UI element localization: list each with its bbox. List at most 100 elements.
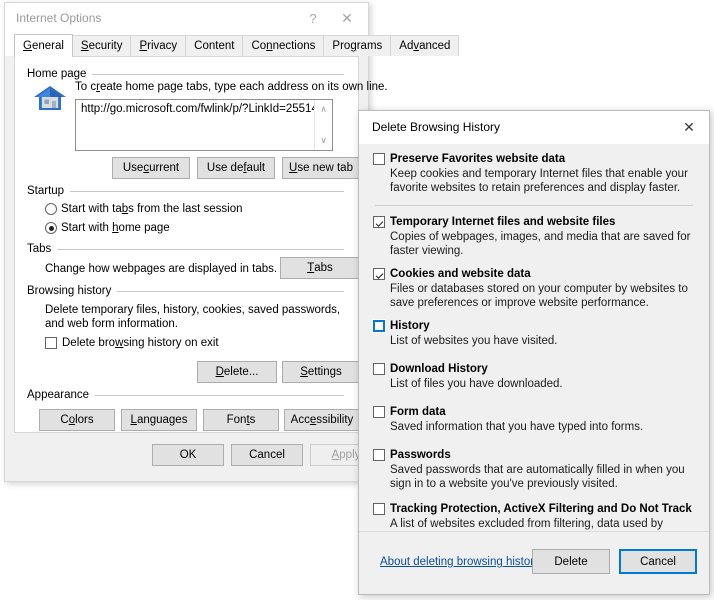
delete-button[interactable]: Delete... <box>197 361 277 383</box>
fonts-button[interactable]: Fon t s <box>203 409 279 431</box>
temporary-internet-files-checkbox[interactable]: Temporary Internet files and website fil… <box>373 215 695 229</box>
item-description: Files or databases stored on your comput… <box>390 283 688 309</box>
list-item[interactable]: Download History List of files you have … <box>373 362 695 391</box>
preserve-favorites-checkbox[interactable]: Preserve Favorites website data <box>373 152 695 166</box>
browsing-history-description: Delete temporary files, history, cookies… <box>45 304 341 330</box>
browsing-history-group-header: Browsing history <box>27 285 344 297</box>
checkbox-label: Preserve Favorites website data <box>390 153 566 165</box>
checkbox-indicator-checked <box>373 268 385 280</box>
list-item[interactable]: Passwords Saved passwords that are autom… <box>373 448 695 491</box>
group-divider <box>57 248 344 250</box>
checkbox-label: Delete browsing history on exit <box>62 337 219 349</box>
passwords-checkbox[interactable]: Passwords <box>373 448 695 462</box>
delete-browsing-history-dialog: Delete Browsing History ✕ Preserve Favor… <box>358 110 710 595</box>
cancel-button[interactable]: Cancel <box>619 549 697 574</box>
delete-confirm-button[interactable]: Delete <box>532 549 610 574</box>
tab-programs[interactable]: Programs <box>323 35 392 56</box>
tab-content[interactable]: Content <box>185 35 244 56</box>
list-item[interactable]: Tracking Protection, ActiveX Filtering a… <box>373 502 695 532</box>
radio-label: Start with home page <box>61 222 170 234</box>
cancel-button[interactable]: Cancel <box>231 444 303 466</box>
use-default-button[interactable]: Use de f ault <box>197 157 275 179</box>
item-description: Saved passwords that are automatically f… <box>390 464 685 490</box>
about-deleting-browsing-history-link[interactable]: About deleting browsing history <box>380 556 540 568</box>
close-icon[interactable]: ✕ <box>671 111 707 144</box>
item-description: List of websites you have visited. <box>390 335 558 347</box>
tab-advanced[interactable]: Advanced <box>390 35 460 56</box>
tab-privacy[interactable]: Privacy <box>130 35 187 56</box>
accessibility-button[interactable]: Acc e ssibility <box>284 409 360 431</box>
list-item[interactable]: History List of websites you have visite… <box>372 319 695 348</box>
tab-general[interactable]: General <box>14 34 73 57</box>
home-page-value: http://go.microsoft.com/fwlink/p/?LinkId… <box>81 103 325 115</box>
checkbox-indicator <box>373 406 385 418</box>
radio-start-with-tabs[interactable]: Start with tabs from the last session <box>45 203 243 215</box>
tabs-group-header: Tabs <box>27 243 344 255</box>
delete-dialog-title: Delete Browsing History <box>372 120 501 134</box>
cookies-and-website-data-checkbox[interactable]: Cookies and website data <box>373 267 695 281</box>
close-icon[interactable]: ✕ <box>330 3 364 34</box>
form-data-checkbox[interactable]: Form data <box>373 405 695 419</box>
tracking-protection-checkbox[interactable]: Tracking Protection, ActiveX Filtering a… <box>373 502 695 516</box>
delete-dialog-footer: About deleting browsing history Delete C… <box>359 531 709 594</box>
house-icon <box>34 86 66 110</box>
checkbox-label: History <box>390 320 430 332</box>
checkbox-indicator-focused <box>372 319 386 333</box>
list-item[interactable]: Form data Saved information that you hav… <box>373 405 695 434</box>
list-item[interactable]: Preserve Favorites website data Keep coo… <box>373 152 695 195</box>
radio-indicator <box>45 203 57 215</box>
checkbox-label: Passwords <box>390 449 451 461</box>
internet-options-titlebar: Internet Options ? ✕ <box>5 3 368 34</box>
home-page-scrollbar[interactable]: ∧ ∨ <box>314 100 332 150</box>
internet-options-dialog: Internet Options ? ✕ General Security Pr… <box>4 2 460 482</box>
download-history-checkbox[interactable]: Download History <box>373 362 695 376</box>
group-divider <box>95 394 344 396</box>
list-item[interactable]: Temporary Internet files and website fil… <box>373 215 695 258</box>
divider <box>375 205 693 206</box>
checkbox-indicator <box>45 337 57 349</box>
startup-group-header: Startup <box>27 185 344 197</box>
checkbox-indicator <box>373 363 385 375</box>
group-divider <box>70 190 344 192</box>
internet-options-title: Internet Options <box>16 11 102 25</box>
tabs-button[interactable]: Tabs <box>280 257 360 279</box>
history-checkbox[interactable]: History <box>372 319 695 333</box>
item-description: List of files you have downloaded. <box>390 378 563 390</box>
languages-button[interactable]: Languages <box>121 409 197 431</box>
home-page-group-header: Home page <box>27 68 344 80</box>
tab-connections[interactable]: Connections <box>242 35 325 56</box>
browsing-history-group-label: Browsing history <box>27 285 112 297</box>
use-current-button[interactable]: Use c urrent <box>112 157 190 179</box>
startup-group-label: Startup <box>27 185 65 197</box>
help-icon[interactable]: ? <box>296 3 330 34</box>
ok-button[interactable]: OK <box>152 444 224 466</box>
scroll-down-icon[interactable]: ∨ <box>315 132 332 149</box>
delete-dialog-titlebar: Delete Browsing History ✕ <box>359 111 709 144</box>
tab-security[interactable]: Security <box>71 35 132 56</box>
scroll-up-icon[interactable]: ∧ <box>315 101 332 118</box>
radio-start-with-home-page[interactable]: Start with home page <box>45 222 170 234</box>
home-page-instruction: To create home page tabs, type each addr… <box>75 81 388 93</box>
delete-on-exit-checkbox[interactable]: Delete browsing history on exit <box>45 337 219 349</box>
colors-button[interactable]: Co lors <box>39 409 115 431</box>
internet-options-button-bar: OK Cancel Apply <box>5 433 382 481</box>
appearance-group-header: Appearance <box>27 389 344 401</box>
use-new-tab-button[interactable]: Use new tab <box>282 157 360 179</box>
checkbox-label: Temporary Internet files and website fil… <box>390 216 616 228</box>
item-description: Copies of webpages, images, and media th… <box>390 231 691 257</box>
checkbox-indicator-checked <box>373 216 385 228</box>
home-page-group-label: Home page <box>27 68 87 80</box>
checkbox-label: Cookies and website data <box>390 268 531 280</box>
checkbox-label: Form data <box>390 406 446 418</box>
list-item[interactable]: Cookies and website data Files or databa… <box>373 267 695 310</box>
internet-options-tabstrip: General Security Privacy Content Connect… <box>5 34 460 57</box>
item-description: A list of websites excluded from filteri… <box>390 518 663 530</box>
checkbox-label: Tracking Protection, ActiveX Filtering a… <box>390 503 692 515</box>
item-description: Saved information that you have typed in… <box>390 421 644 433</box>
checkbox-label: Download History <box>390 363 488 375</box>
home-page-input[interactable]: http://go.microsoft.com/fwlink/p/?LinkId… <box>75 99 333 151</box>
radio-label: Start with tabs from the last session <box>61 203 243 215</box>
settings-button[interactable]: Settings <box>282 361 360 383</box>
item-description: Keep cookies and temporary Internet file… <box>390 168 688 194</box>
tabs-group-label: Tabs <box>27 243 52 255</box>
